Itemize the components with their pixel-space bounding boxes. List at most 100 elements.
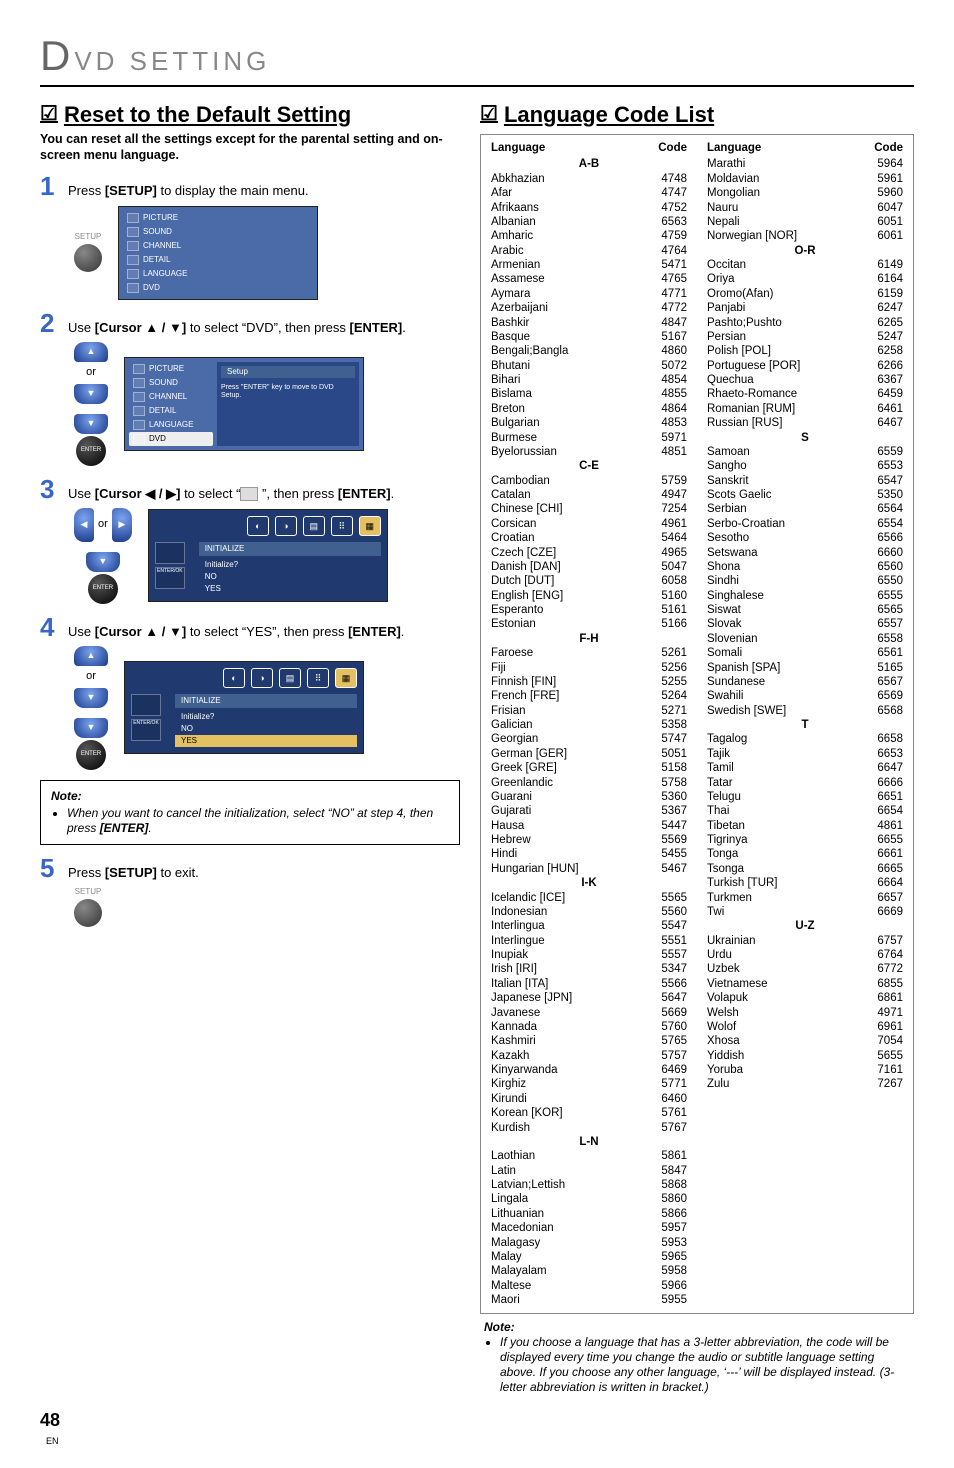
lang-code: 6666 [877,776,903,790]
lang-section-label: F-H [491,632,687,646]
osd-menu-item: DETAIL [123,253,313,267]
cursor-down-icon: ▼ [74,688,108,708]
lang-name: Oriya [707,272,734,286]
lang-name: Guarani [491,790,532,804]
lang-row: Malayalam5958 [491,1264,687,1278]
lang-name: Lithuanian [491,1207,544,1221]
lang-code: 5161 [661,603,687,617]
osd-menu-item: SOUND [129,376,213,390]
t: [SETUP] [105,183,157,198]
lang-code: 5547 [661,919,687,933]
lang-name: Breton [491,402,525,416]
lang-name: German [GER] [491,747,567,761]
lang-code: 6661 [877,847,903,861]
lang-code: 6653 [877,747,903,761]
lang-code: 5953 [661,1236,687,1250]
lang-section-label: S [707,431,903,445]
lang-code: 5566 [661,977,687,991]
lang-row: Catalan4947 [491,488,687,502]
lang-col-2: Language Code Marathi5964Moldavian5961Mo… [707,141,903,1307]
or-label: or [98,518,108,532]
t: [Cursor ▲ / ▼] [95,320,186,335]
lang-name: Malagasy [491,1236,540,1250]
lang-row: Tagalog6658 [707,732,903,746]
step-number: 4 [40,614,58,640]
lang-code: 6553 [877,459,903,473]
osd-menu-item: SOUND [123,225,313,239]
lang-row: Frisian5271 [491,704,687,718]
lang-name: Japanese [JPN] [491,991,572,1005]
lang-row: Yoruba7161 [707,1063,903,1077]
t: . [401,624,405,639]
lang-row: Kazakh5757 [491,1049,687,1063]
page-number-value: 48 [40,1410,60,1430]
page-title-cap: D [40,32,74,79]
left-column: Reset to the Default Setting You can res… [40,101,460,1396]
lang-name: Nepali [707,215,740,229]
page-title-rest: VD SETTING [74,46,270,76]
page-number-en: EN [46,1436,59,1446]
lang-code: 6555 [877,589,903,603]
lang-name: Galician [491,718,533,732]
lang-code: 5350 [877,488,903,502]
lang-row: Wolof6961 [707,1020,903,1034]
lang-header-code: Code [658,141,687,155]
osd-item-label: DVD [149,434,166,444]
lang-col-header: Language Code [707,141,903,155]
osd-tab-row: ◐ ◑ ▤ ⠿ ▦ [155,516,381,536]
lang-code: 6550 [877,574,903,588]
lang-row: Marathi5964 [707,157,903,171]
lang-name: Urdu [707,948,732,962]
lang-code: 4764 [661,244,687,258]
osd-initialize-yes: ◐ ◑ ▤ ⠿ ▦ ENTER/OK INITIALIZE Initialize… [124,661,364,754]
lang-name: Hebrew [491,833,531,847]
lang-name: Tibetan [707,819,745,833]
cursor-down-icon: ▼ [74,718,108,738]
lang-code: 5471 [661,258,687,272]
lang-code: 7054 [877,1034,903,1048]
lang-name: Amharic [491,229,533,243]
osd-hint-text: Press "ENTER" key to move to DVD Setup. [221,384,355,402]
enter-label: ENTER [93,585,113,593]
lang-name: Faroese [491,646,533,660]
lang-row: Nepali6051 [707,215,903,229]
lang-row: Korean [KOR]5761 [491,1106,687,1120]
lang-row: Tibetan4861 [707,819,903,833]
lang-name: Tatar [707,776,733,790]
lang-row: Kurdish5767 [491,1121,687,1135]
t: . [148,821,151,835]
lang-section-label: U-Z [707,919,903,933]
t: . [391,486,395,501]
step-text: Use [Cursor ◀ / ▶] to select “ ”, then p… [68,480,460,502]
lang-row: Irish [IRI]5347 [491,962,687,976]
osd-panel-line: Initialize? [199,559,381,571]
lang-row: Serbo-Croatian6554 [707,517,903,531]
lang-name: Laothian [491,1149,535,1163]
lang-name: Nauru [707,201,738,215]
lang-row: Nauru6047 [707,201,903,215]
osd-item-label: LANGUAGE [149,420,193,430]
lang-code: 5256 [661,661,687,675]
lang-code: 5367 [661,804,687,818]
lang-name: Marathi [707,157,745,171]
lang-row: Turkmen6657 [707,891,903,905]
lang-name: Malayalam [491,1264,547,1278]
lang-code: 5455 [661,847,687,861]
lang-name: Lingala [491,1192,528,1206]
lang-code: 6554 [877,517,903,531]
enter-label: ENTER [81,751,101,759]
osd-item-icon [133,406,145,416]
lang-row: Dutch [DUT]6058 [491,574,687,588]
lang-row: Kashmiri5765 [491,1034,687,1048]
lang-row: Latin5847 [491,1164,687,1178]
section-title-langlist-text: Language Code List [504,101,714,129]
cursor-down-icon: ▼ [74,414,108,434]
lang-code: 5860 [661,1192,687,1206]
lang-code: 5166 [661,617,687,631]
cursor-up-icon: ▲ [74,342,108,362]
lang-row: Volapuk6861 [707,991,903,1005]
lang-row: Malagasy 5953 [491,1236,687,1250]
lang-name: Panjabi [707,301,745,315]
step-number: 1 [40,173,58,199]
lang-row: Faroese5261 [491,646,687,660]
